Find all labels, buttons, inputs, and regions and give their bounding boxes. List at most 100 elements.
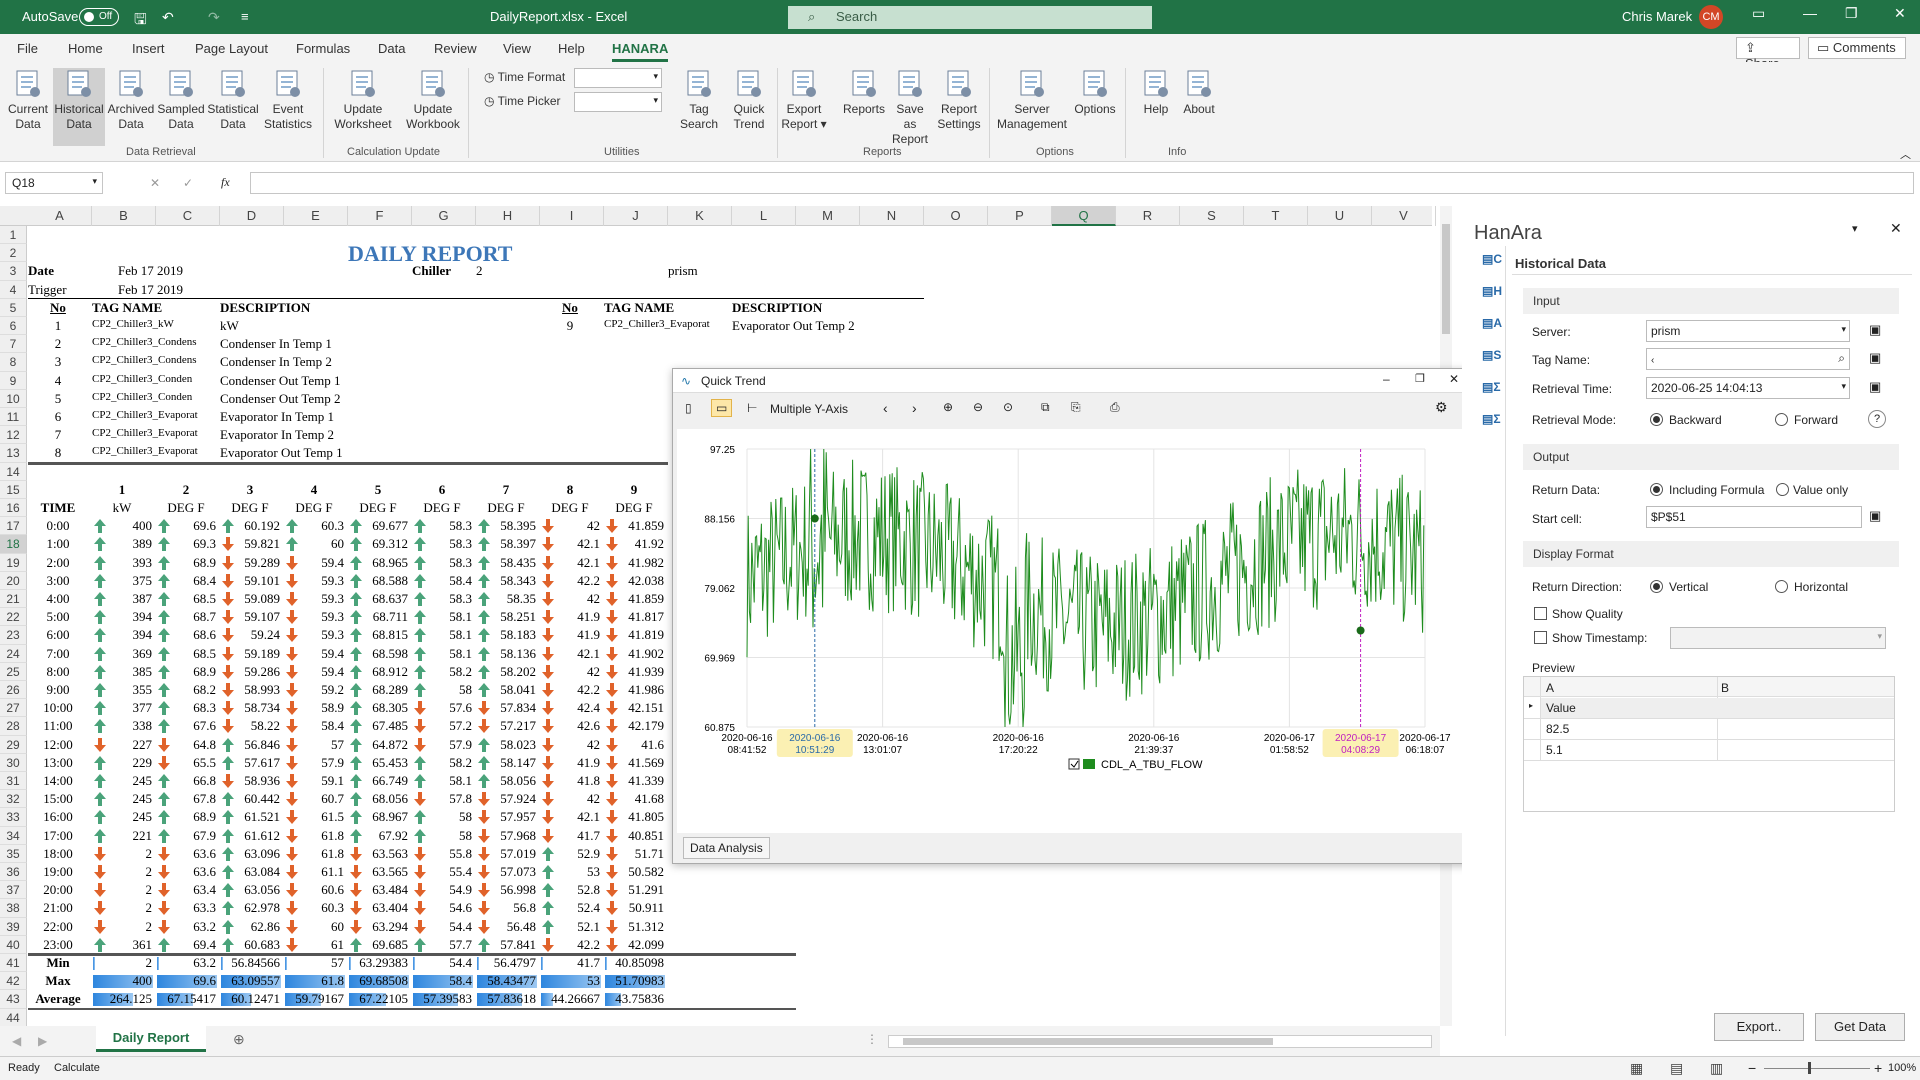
value-cell[interactable]: 42.179 <box>604 718 664 736</box>
value-cell[interactable]: 41.817 <box>604 609 664 627</box>
date-label[interactable]: Date <box>28 263 88 281</box>
value-cell[interactable]: 59.3 <box>284 627 344 645</box>
tag-name[interactable]: CP2_Chiller3_Evaporat <box>92 427 218 445</box>
save-as-report-button[interactable]: Save as Report <box>890 68 930 147</box>
column-header-v[interactable]: V <box>1372 206 1436 226</box>
time-cell[interactable]: 11:00 <box>28 718 88 736</box>
value-cell[interactable]: 58 <box>412 828 472 846</box>
zoom-out-icon[interactable]: ⊖ <box>973 400 983 414</box>
time-format-combo[interactable]: ▾ <box>574 68 662 88</box>
row-header-40[interactable]: 40 <box>0 935 27 954</box>
column-header-c[interactable]: C <box>156 206 220 226</box>
value-cell[interactable]: 69.6 <box>156 518 216 536</box>
quick-trend-button[interactable]: Quick Trend <box>727 68 771 132</box>
value-cell[interactable]: 60.192 <box>220 518 280 536</box>
value-cell[interactable]: 42 <box>540 591 600 609</box>
start-cell-input[interactable]: $P$51 <box>1646 506 1862 528</box>
column-header-m[interactable]: M <box>796 206 860 226</box>
restore-icon[interactable]: ❐ <box>1845 5 1858 22</box>
value-cell[interactable]: 42.2 <box>540 682 600 700</box>
value-cell[interactable]: 57.9 <box>284 755 344 773</box>
chiller-value[interactable]: 2 <box>476 263 536 281</box>
value-cell[interactable]: 60.7 <box>284 791 344 809</box>
scrollbar-thumb[interactable] <box>1442 224 1450 334</box>
value-cell[interactable]: 61.521 <box>220 809 280 827</box>
tab-hanara[interactable]: HANARA <box>612 41 669 62</box>
value-cell[interactable]: 57.841 <box>476 937 536 955</box>
value-cell[interactable]: 41.9 <box>540 627 600 645</box>
value-cell[interactable]: 42 <box>540 791 600 809</box>
time-cell[interactable]: 15:00 <box>28 791 88 809</box>
value-cell[interactable]: 42 <box>540 737 600 755</box>
time-cell[interactable]: 0:00 <box>28 518 88 536</box>
value-cell[interactable]: 59.089 <box>220 591 280 609</box>
tag-name[interactable]: CP2_Chiller3_Condens <box>92 336 218 354</box>
summary-value[interactable]: 44.26667 <box>540 991 600 1009</box>
time-cell[interactable]: 21:00 <box>28 900 88 918</box>
time-cell[interactable]: 2:00 <box>28 555 88 573</box>
row-header-36[interactable]: 36 <box>0 863 27 882</box>
value-cell[interactable]: 58.9 <box>284 700 344 718</box>
tab-file[interactable]: File <box>17 41 38 56</box>
tag-header-description[interactable]: DESCRIPTION <box>220 300 476 318</box>
tab-split-icon[interactable]: ⋮ <box>866 1032 878 1046</box>
close-icon[interactable]: ✕ <box>1894 5 1906 22</box>
value-cell[interactable]: 245 <box>92 809 153 827</box>
time-cell[interactable]: 9:00 <box>28 682 88 700</box>
value-cell[interactable]: 42.1 <box>540 536 600 554</box>
value-cell[interactable]: 63.6 <box>156 864 216 882</box>
value-cell[interactable]: 63.563 <box>348 846 408 864</box>
row-header-35[interactable]: 35 <box>0 844 27 863</box>
time-cell[interactable]: 4:00 <box>28 591 88 609</box>
value-cell[interactable]: 42.2 <box>540 937 600 955</box>
value-cell[interactable]: 59.4 <box>284 555 344 573</box>
value-cell[interactable]: 51.312 <box>604 919 664 937</box>
row-header-2[interactable]: 2 <box>0 244 27 263</box>
tag-description[interactable]: Evaporator Out Temp 2 <box>732 318 928 336</box>
row-header-7[interactable]: 7 <box>0 335 27 354</box>
sheet-tab-daily-report[interactable]: Daily Report <box>96 1026 206 1052</box>
value-cell[interactable]: 50.911 <box>604 900 664 918</box>
zoom-in-icon[interactable]: ⊕ <box>943 400 953 414</box>
row-header-29[interactable]: 29 <box>0 735 27 754</box>
value-cell[interactable]: 41.982 <box>604 555 664 573</box>
value-cell[interactable]: 42.1 <box>540 809 600 827</box>
tag-description[interactable]: Evaporator In Temp 1 <box>220 409 416 427</box>
value-cell[interactable]: 61.1 <box>284 864 344 882</box>
value-cell[interactable]: 58.993 <box>220 682 280 700</box>
value-cell[interactable]: 57.9 <box>412 737 472 755</box>
value-cell[interactable]: 61.8 <box>284 828 344 846</box>
value-cell[interactable]: 245 <box>92 791 153 809</box>
restore-icon[interactable]: ❐ <box>1415 372 1425 385</box>
unit-label[interactable]: DEG F <box>220 500 280 518</box>
column-header-o[interactable]: O <box>924 206 988 226</box>
chevron-down-icon[interactable]: ▾ <box>1852 222 1858 235</box>
column-number[interactable]: 4 <box>284 482 344 500</box>
tag-name[interactable]: CP2_Chiller3_Conden <box>92 373 218 391</box>
value-cell[interactable]: 57.2 <box>412 718 472 736</box>
value-cell[interactable]: 42.1 <box>540 555 600 573</box>
tag-description[interactable]: Condenser Out Temp 2 <box>220 391 416 409</box>
value-cell[interactable]: 68.9 <box>156 555 216 573</box>
paste-icon[interactable]: ⎘ <box>1071 400 1081 415</box>
tag-no[interactable]: 6 <box>28 409 88 427</box>
row-header-31[interactable]: 31 <box>0 772 27 791</box>
value-cell[interactable]: 59.101 <box>220 573 280 591</box>
time-cell[interactable]: 1:00 <box>28 536 88 554</box>
value-cell[interactable]: 58.435 <box>476 555 536 573</box>
value-cell[interactable]: 68.9 <box>156 809 216 827</box>
column-header-f[interactable]: F <box>348 206 412 226</box>
value-cell[interactable]: 59.286 <box>220 664 280 682</box>
column-header-l[interactable]: L <box>732 206 796 226</box>
archived-data-button[interactable]: Archived Data <box>106 68 156 132</box>
column-number[interactable]: 1 <box>92 482 152 500</box>
value-cell[interactable]: 58.343 <box>476 573 536 591</box>
summary-value[interactable]: 60.12471 <box>220 991 280 1009</box>
date-value[interactable]: Feb 17 2019 <box>118 263 244 281</box>
value-cell[interactable]: 58 <box>412 682 472 700</box>
tag-header-no[interactable]: No <box>540 300 600 318</box>
value-cell[interactable]: 63.096 <box>220 846 280 864</box>
value-cell[interactable]: 63.404 <box>348 900 408 918</box>
row-header-32[interactable]: 32 <box>0 790 27 809</box>
current-data-icon[interactable]: ▤C <box>1482 252 1502 266</box>
